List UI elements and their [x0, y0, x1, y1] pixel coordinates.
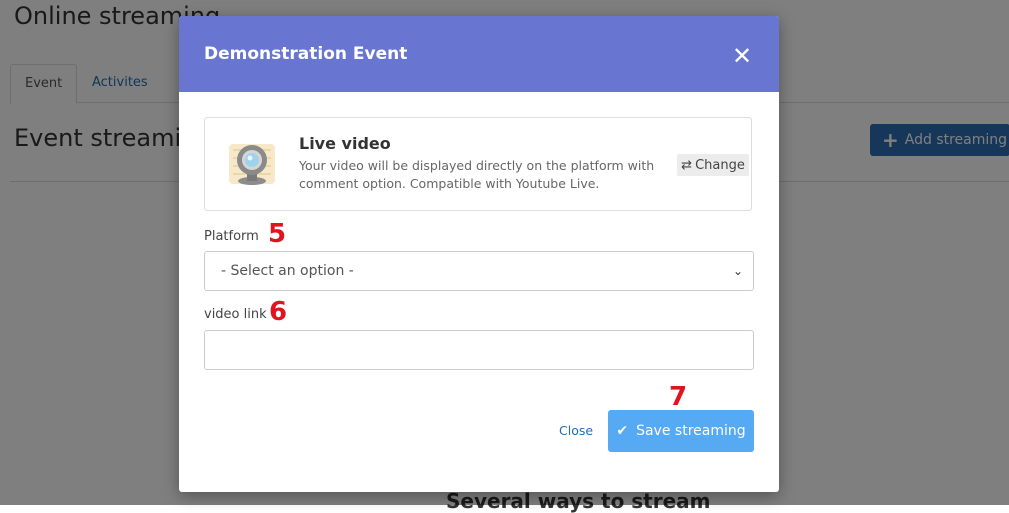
save-streaming-label: Save streaming: [636, 423, 746, 439]
change-button[interactable]: ⇄ Change: [677, 154, 749, 176]
step-marker-7: 7: [669, 382, 688, 412]
platform-select[interactable]: - Select an option - ⌄: [204, 251, 754, 291]
modal-header: Demonstration Event ✕: [179, 16, 779, 92]
live-video-card: Live video Your video will be displayed …: [204, 117, 752, 211]
close-icon[interactable]: ✕: [732, 44, 752, 68]
change-label: Change: [695, 157, 745, 173]
video-link-input[interactable]: [204, 330, 754, 370]
chevron-down-icon: ⌄: [732, 264, 743, 278]
checkmark-icon: ✔: [616, 423, 629, 439]
swap-icon: ⇄: [681, 157, 693, 173]
modal-title: Demonstration Event: [204, 44, 408, 64]
webcam-icon: [229, 144, 275, 185]
step-marker-6: 6: [269, 297, 288, 327]
platform-selected-value: - Select an option -: [221, 263, 354, 279]
video-type-title: Live video: [299, 134, 391, 153]
streaming-modal: Demonstration Event ✕ Live video Your vi…: [179, 16, 779, 492]
platform-label: Platform: [204, 229, 259, 244]
step-marker-5: 5: [268, 219, 287, 249]
close-link[interactable]: Close: [559, 423, 593, 438]
save-streaming-button[interactable]: ✔ Save streaming: [608, 410, 754, 452]
video-link-label: video link: [204, 307, 267, 322]
video-type-description: Your video will be displayed directly on…: [299, 158, 655, 191]
